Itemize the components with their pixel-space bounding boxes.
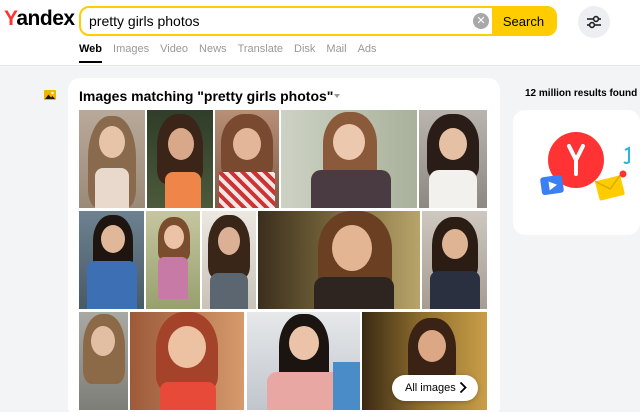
yandex-logo[interactable]: Yandex — [4, 7, 75, 31]
image-thumbnail[interactable] — [147, 110, 213, 208]
results-count: 12 million results found — [525, 88, 638, 99]
chevron-down-icon[interactable] — [334, 94, 340, 98]
search-box: ✕ Search — [79, 6, 557, 36]
image-thumbnail[interactable] — [79, 211, 144, 309]
chevron-right-icon — [459, 381, 467, 394]
tab-translate[interactable]: Translate — [238, 43, 283, 63]
search-button[interactable]: Search — [492, 8, 555, 34]
logo-rest: andex — [16, 7, 75, 30]
image-thumbnail[interactable] — [247, 312, 360, 410]
image-thumbnail[interactable] — [258, 211, 420, 309]
tab-images[interactable]: Images — [113, 43, 149, 63]
tab-video[interactable]: Video — [160, 43, 188, 63]
sliders-icon[interactable] — [578, 6, 610, 38]
image-thumbnail[interactable] — [79, 312, 128, 410]
images-block-title[interactable]: Images matching "pretty girls photos" — [79, 88, 333, 104]
all-images-button[interactable]: All images — [392, 375, 478, 401]
promo-card[interactable] — [513, 110, 640, 235]
image-thumbnail[interactable] — [146, 211, 200, 309]
image-thumbnail[interactable] — [422, 211, 487, 309]
yandex-promo-illustration — [540, 132, 630, 201]
close-icon[interactable]: ✕ — [473, 13, 489, 29]
image-thumbnail[interactable] — [419, 110, 487, 208]
image-thumbnail[interactable] — [215, 110, 279, 208]
tab-mail[interactable]: Mail — [326, 43, 346, 63]
header: Yandex ✕ Search Web Images Video News Tr… — [0, 0, 640, 66]
image-thumbnail[interactable] — [202, 211, 256, 309]
image-thumbnail[interactable] — [130, 312, 244, 410]
tab-news[interactable]: News — [199, 43, 227, 63]
search-input[interactable] — [81, 8, 471, 34]
tab-ads[interactable]: Ads — [358, 43, 377, 63]
tab-web[interactable]: Web — [79, 43, 103, 63]
image-thumbnail[interactable] — [281, 110, 417, 208]
picture-icon — [44, 90, 56, 100]
logo-first-letter: Y — [4, 7, 17, 30]
all-images-label: All images — [405, 382, 456, 394]
image-thumbnail[interactable] — [79, 110, 145, 208]
tab-disk[interactable]: Disk — [294, 43, 315, 63]
search-tabs: Web Images Video News Translate Disk Mai… — [79, 43, 388, 63]
